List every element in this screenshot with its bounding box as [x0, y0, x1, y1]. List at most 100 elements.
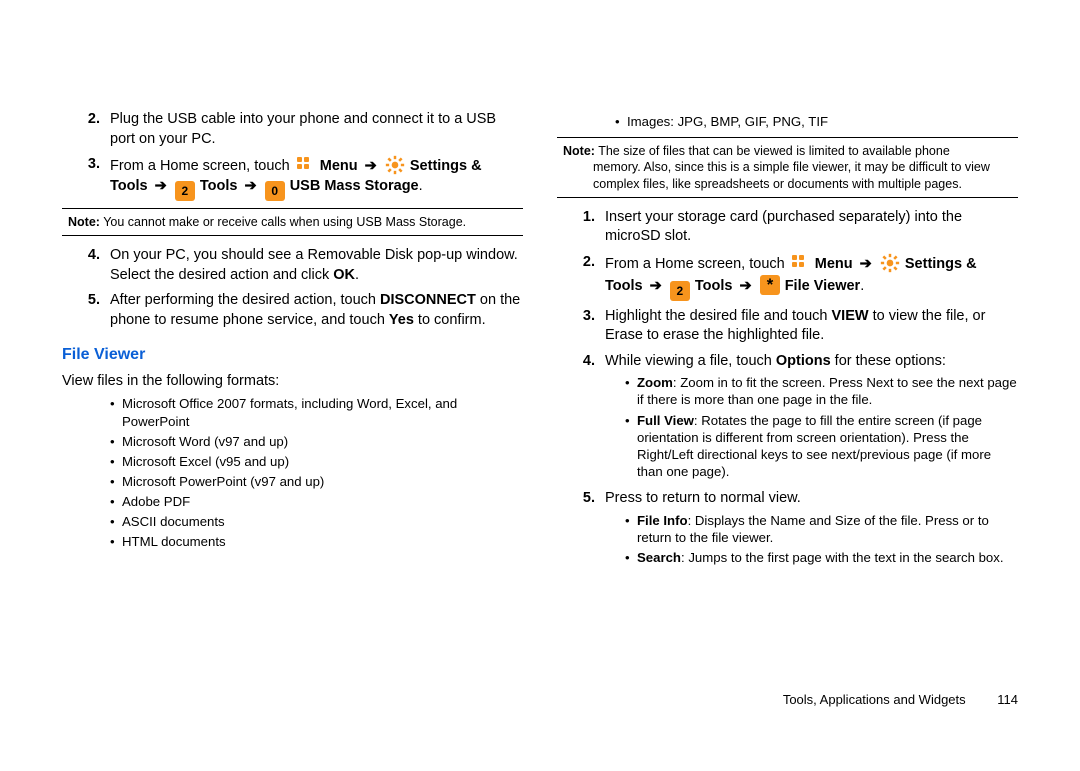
note-body: The size of files that can be viewed is … [598, 144, 950, 158]
tools-label: Tools [695, 278, 733, 294]
text: From a Home screen, touch [605, 256, 789, 272]
section-heading: File Viewer [62, 344, 523, 366]
step-number: 5. [557, 489, 605, 569]
note-body-cont: memory. Also, since this is a simple fil… [563, 159, 1012, 192]
text: : Zoom in to fit the screen. Press Next … [637, 375, 1017, 407]
text: for these options: [831, 353, 946, 369]
arrow-icon: ➔ [647, 278, 665, 294]
yes-label: Yes [389, 312, 414, 328]
list-item: 3. Highlight the desired file and touch … [557, 307, 1018, 346]
list-item: Microsoft PowerPoint (v97 and up) [110, 473, 523, 490]
list-item: Microsoft Office 2007 formats, including… [110, 395, 523, 429]
tools-label: Tools [200, 178, 238, 194]
text: Press to return to normal view. [605, 490, 801, 506]
text: : Displays the Name and Size of the file… [637, 513, 989, 545]
options-list: Zoom: Zoom in to fit the screen. Press N… [605, 374, 1018, 480]
list-item: 5. After performing the desired action, … [62, 291, 523, 330]
list-item: 4. While viewing a file, touch Options f… [557, 352, 1018, 484]
list-item: HTML documents [110, 533, 523, 550]
file-viewer-label: File Viewer [785, 278, 861, 294]
step-text: Plug the USB cable into your phone and c… [110, 110, 523, 149]
svg-text:*: * [766, 275, 773, 294]
menu-grid-icon [295, 155, 315, 175]
note-body: You cannot make or receive calls when us… [103, 215, 466, 229]
note-box: Note: You cannot make or receive calls w… [62, 208, 523, 236]
step-text: On your PC, you should see a Removable D… [110, 246, 523, 285]
options-label: Options [776, 353, 831, 369]
gear-icon [880, 253, 900, 273]
list-item: 2. Plug the USB cable into your phone an… [62, 110, 523, 149]
page-footer: Tools, Applications and Widgets 114 [783, 691, 1018, 709]
list-item: ASCII documents [110, 513, 523, 530]
text: : Jumps to the first page with the text … [681, 550, 1004, 565]
options-list: File Info: Displays the Name and Size of… [605, 512, 1018, 566]
list-item: Microsoft Excel (v95 and up) [110, 453, 523, 470]
step-text: Insert your storage card (purchased sepa… [605, 208, 1018, 247]
view-label: VIEW [832, 308, 869, 324]
list-item: 4. On your PC, you should see a Removabl… [62, 246, 523, 285]
step-text: Highlight the desired file and touch VIE… [605, 307, 1018, 346]
list-item: Images: JPG, BMP, GIF, PNG, TIF [615, 113, 1018, 130]
lead-text: View files in the following formats: [62, 372, 523, 392]
text: From a Home screen, touch [110, 158, 294, 174]
list-item: Full View: Rotates the page to fill the … [625, 412, 1018, 481]
arrow-icon: ➔ [736, 278, 754, 294]
page-number: 114 [997, 691, 1018, 709]
disconnect-label: DISCONNECT [380, 292, 476, 308]
list-item: 1. Insert your storage card (purchased s… [557, 208, 1018, 247]
zero-key-icon: 0 [265, 181, 285, 201]
gear-icon [385, 155, 405, 175]
text: On your PC, you should see a Removable D… [110, 247, 518, 283]
arrow-icon: ➔ [152, 178, 170, 194]
left-column: 2. Plug the USB cable into your phone an… [62, 110, 523, 575]
full-view-label: Full View [637, 413, 694, 428]
note-lead: Note: [563, 144, 595, 158]
ok-label: OK [333, 267, 355, 283]
text: After performing the desired action, tou… [110, 292, 380, 308]
list-item: 5. Press to return to normal view. File … [557, 489, 1018, 569]
list-item: 3. From a Home screen, touch Menu ➔ Sett… [62, 155, 523, 201]
usb-mass-storage-label: USB Mass Storage [290, 178, 419, 194]
formats-list-cont: Images: JPG, BMP, GIF, PNG, TIF [557, 113, 1018, 130]
list-item: Zoom: Zoom in to fit the screen. Press N… [625, 374, 1018, 408]
text: While viewing a file, touch [605, 353, 776, 369]
step-text: Press to return to normal view. File Inf… [605, 489, 1018, 569]
search-label: Search [637, 550, 681, 565]
text: to confirm. [414, 312, 486, 328]
two-key-icon: 2 [175, 181, 195, 201]
formats-list: Microsoft Office 2007 formats, including… [62, 395, 523, 550]
arrow-icon: ➔ [857, 256, 875, 272]
step-number: 5. [62, 291, 110, 330]
list-item: File Info: Displays the Name and Size of… [625, 512, 1018, 546]
menu-grid-icon [790, 253, 810, 273]
step-number: 1. [557, 208, 605, 247]
two-column-layout: 2. Plug the USB cable into your phone an… [62, 110, 1018, 575]
list-item: Adobe PDF [110, 493, 523, 510]
footer-section: Tools, Applications and Widgets [783, 692, 966, 707]
manual-page: 2. Plug the USB cable into your phone an… [0, 0, 1080, 771]
arrow-icon: ➔ [362, 158, 380, 174]
two-key-icon: 2 [670, 281, 690, 301]
step-text: From a Home screen, touch Menu ➔ Setting… [605, 253, 1018, 301]
note-box: Note: The size of files that can be view… [557, 137, 1018, 198]
note-lead: Note: [68, 215, 100, 229]
step-number: 4. [557, 352, 605, 484]
list-item: Microsoft Word (v97 and up) [110, 433, 523, 450]
text: Highlight the desired file and touch [605, 308, 832, 324]
step-text: After performing the desired action, tou… [110, 291, 523, 330]
step-number: 2. [62, 110, 110, 149]
step-number: 3. [62, 155, 110, 201]
star-key-icon: * [760, 275, 780, 295]
step-number: 4. [62, 246, 110, 285]
arrow-icon: ➔ [241, 178, 259, 194]
list-item: 2. From a Home screen, touch Menu ➔ Sett… [557, 253, 1018, 301]
step-text: From a Home screen, touch Menu ➔ Setting… [110, 155, 523, 201]
menu-label: Menu [320, 158, 358, 174]
right-column: Images: JPG, BMP, GIF, PNG, TIF Note: Th… [557, 110, 1018, 575]
zoom-label: Zoom [637, 375, 673, 390]
step-number: 2. [557, 253, 605, 301]
step-text: While viewing a file, touch Options for … [605, 352, 1018, 484]
step-number: 3. [557, 307, 605, 346]
menu-label: Menu [815, 256, 853, 272]
file-info-label: File Info [637, 513, 688, 528]
